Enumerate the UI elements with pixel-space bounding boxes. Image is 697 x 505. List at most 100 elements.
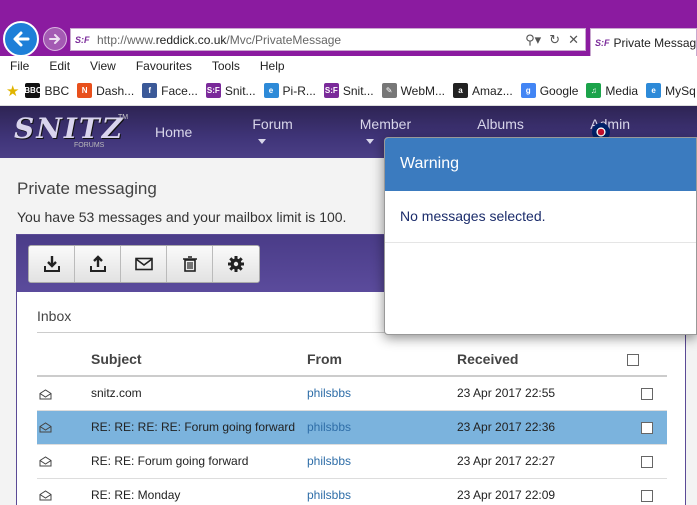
tab-title: Private Messaging xyxy=(613,35,697,50)
refresh-icon[interactable]: ↻ xyxy=(549,32,560,48)
nav-forum[interactable]: Forum xyxy=(252,116,329,148)
message-checkbox[interactable] xyxy=(641,388,653,401)
upload-button[interactable] xyxy=(75,246,121,282)
menu-help[interactable]: Help xyxy=(250,59,295,73)
message-checkbox[interactable] xyxy=(641,455,653,468)
webmail-icon: ✎ xyxy=(381,83,397,98)
message-toolbar xyxy=(28,245,260,283)
dialog-message: No messages selected. xyxy=(385,191,696,243)
dialog-title: Warning xyxy=(385,138,696,191)
message-sender[interactable]: philsbbs xyxy=(307,410,457,445)
menu-edit[interactable]: Edit xyxy=(39,59,80,73)
favourite-link[interactable]: N Dash... xyxy=(77,83,134,98)
browser-titlebar: S:F http://www.reddick.co.uk/Mvc/Private… xyxy=(0,0,697,57)
message-subject[interactable]: RE: RE: Monday xyxy=(91,478,307,505)
table-header-row: Subject From Received xyxy=(37,342,667,377)
menu-bar: File Edit View Favourites Tools Help xyxy=(0,56,697,76)
snitz-icon: S:F xyxy=(323,83,339,98)
message-sender[interactable]: philsbbs xyxy=(307,444,457,479)
favourite-link[interactable]: g Google xyxy=(520,83,578,98)
ie-page-icon: e xyxy=(646,83,662,98)
column-received[interactable]: Received xyxy=(457,342,627,377)
message-received: 23 Apr 2017 22:55 xyxy=(457,376,627,411)
envelope-open-icon xyxy=(39,456,52,467)
message-sender[interactable]: philsbbs xyxy=(307,478,457,505)
message-checkbox[interactable] xyxy=(641,421,653,434)
caret-down-icon xyxy=(258,138,267,144)
message-subject[interactable]: RE: RE: Forum going forward xyxy=(91,444,307,479)
favourite-label: Dash... xyxy=(96,83,135,98)
favourite-link[interactable]: f Face... xyxy=(142,83,198,98)
menu-view[interactable]: View xyxy=(80,59,126,73)
favourite-link[interactable]: S:F Snit... xyxy=(323,83,374,98)
envelope-open-icon xyxy=(39,490,52,501)
page-title: Private messaging xyxy=(17,179,157,198)
mailbox-info: You have 53 messages and your mailbox li… xyxy=(17,209,347,225)
settings-button[interactable] xyxy=(213,246,259,282)
browser-tab[interactable]: S:F Private Messaging xyxy=(590,28,697,56)
menu-tools[interactable]: Tools xyxy=(202,59,250,73)
favourite-label: MySq xyxy=(665,83,696,98)
gear-icon xyxy=(228,256,244,272)
message-received: 23 Apr 2017 22:27 xyxy=(457,444,627,479)
upload-icon xyxy=(89,255,106,272)
media-icon: ♫ xyxy=(586,83,602,98)
favourite-link[interactable]: ✎ WebM... xyxy=(381,83,446,98)
favourite-label: Amaz... xyxy=(472,83,513,98)
stop-icon[interactable]: ✕ xyxy=(568,32,579,48)
favourites-bar: ★ BBC BBC N Dash... f Face... S:F Snit... e Pi-R.… xyxy=(0,76,697,106)
bbc-icon: BBC xyxy=(24,83,42,98)
message-checkbox[interactable] xyxy=(641,489,653,502)
message-received: 23 Apr 2017 22:36 xyxy=(457,410,627,445)
main-content: Private messaging You have 53 messages a… xyxy=(0,137,697,505)
search-icon[interactable]: ⚲▾ xyxy=(525,32,541,48)
site-favicon: S:F xyxy=(75,34,90,45)
snitz-icon: S:F xyxy=(205,83,221,98)
table-row[interactable]: RE: RE: Monday philsbbs 23 Apr 2017 22:09 xyxy=(37,478,667,505)
favourite-label: Face... xyxy=(161,83,198,98)
delete-button[interactable] xyxy=(167,246,213,282)
favourite-label: BBC xyxy=(44,83,70,98)
message-table: Subject From Received snitz.com philsbbs 2… xyxy=(37,342,667,505)
select-all-checkbox[interactable] xyxy=(627,353,639,366)
download-button[interactable] xyxy=(29,246,75,282)
table-row[interactable]: snitz.com philsbbs 23 Apr 2017 22:55 xyxy=(37,376,667,411)
favourite-label: WebM... xyxy=(400,83,446,98)
facebook-icon: f xyxy=(142,83,158,98)
folder-label: Inbox xyxy=(37,308,72,324)
menu-file[interactable]: File xyxy=(0,59,39,73)
favourite-link[interactable]: ♫ Media xyxy=(586,83,638,98)
menu-favourites[interactable]: Favourites xyxy=(126,59,202,73)
message-subject[interactable]: RE: RE: RE: RE: Forum going forward xyxy=(91,410,307,445)
message-received: 23 Apr 2017 22:09 xyxy=(457,478,627,505)
favourite-label: Pi-R... xyxy=(282,83,316,98)
message-subject[interactable]: snitz.com xyxy=(91,376,307,411)
favourite-link[interactable]: a Amaz... xyxy=(453,83,513,98)
favourite-link[interactable]: e Pi-R... xyxy=(263,83,316,98)
download-icon xyxy=(43,256,60,272)
column-from[interactable]: From xyxy=(307,342,457,377)
table-row[interactable]: RE: RE: Forum going forward philsbbs 23 Ap… xyxy=(37,444,667,479)
favourite-label: Media xyxy=(605,83,639,98)
envelope-open-icon xyxy=(39,422,52,433)
caret-down-icon xyxy=(365,138,374,144)
table-row[interactable]: RE: RE: RE: RE: Forum going forward phils… xyxy=(37,410,667,445)
message-sender[interactable]: philsbbs xyxy=(307,376,457,411)
column-subject[interactable]: Subject xyxy=(91,342,307,377)
google-icon: g xyxy=(520,83,536,98)
favourite-link[interactable]: e MySq xyxy=(646,83,696,98)
favourite-label: Snit... xyxy=(224,83,256,98)
arrow-right-icon xyxy=(49,34,61,44)
favourite-link[interactable]: BBC BBC xyxy=(24,83,70,98)
nav-home[interactable]: Home xyxy=(155,124,222,140)
address-bar[interactable]: S:F http://www.reddick.co.uk/Mvc/Private… xyxy=(70,28,586,51)
favourite-link[interactable]: S:F Snit... xyxy=(205,83,256,98)
site-favicon: S:F xyxy=(595,37,610,48)
envelope-open-icon xyxy=(39,388,52,400)
forward-button[interactable] xyxy=(43,27,67,51)
site-logo[interactable]: SNITZ FORUMS TM xyxy=(14,112,128,154)
compose-button[interactable] xyxy=(121,246,167,282)
arrow-left-icon xyxy=(13,31,30,47)
back-button[interactable] xyxy=(3,21,39,57)
favourites-star-icon[interactable]: ★ xyxy=(6,82,19,100)
